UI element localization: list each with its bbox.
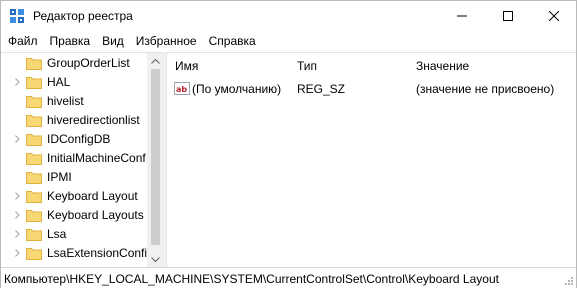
list-row-default[interactable]: ab (По умолчанию) REG_SZ (значение не пр…: [167, 79, 576, 98]
folder-icon: [26, 115, 42, 127]
status-bar: Компьютер\HKEY_LOCAL_MACHINE\SYSTEM\Curr…: [1, 267, 576, 288]
current-key-path: Компьютер\HKEY_LOCAL_MACHINE\SYSTEM\Curr…: [4, 272, 499, 286]
string-value-icon: ab: [174, 82, 190, 95]
scroll-thumb[interactable]: [151, 69, 160, 245]
tree-rows: GroupOrderList HAL hivelist hiveredirection…: [1, 54, 147, 263]
chevron-right-icon[interactable]: [13, 135, 21, 143]
menu-favorites[interactable]: Избранное: [130, 32, 203, 51]
folder-icon: [26, 229, 42, 241]
folder-icon: [26, 191, 42, 203]
folder-icon: [26, 58, 42, 70]
tree-item[interactable]: IDConfigDB: [1, 130, 147, 149]
close-button[interactable]: [531, 1, 577, 31]
column-header-value[interactable]: Значение: [416, 59, 469, 73]
chevron-right-icon[interactable]: [13, 192, 21, 200]
title-bar[interactable]: Редактор реестра: [1, 1, 576, 31]
folder-icon: [26, 96, 42, 108]
value-name: (По умолчанию): [192, 82, 282, 96]
tree-item[interactable]: Keyboard Layouts: [1, 206, 147, 225]
tree-item[interactable]: hiveredirectionlist: [1, 111, 147, 130]
column-header-type[interactable]: Тип: [297, 59, 317, 73]
values-list[interactable]: Имя Тип Значение ab (По умолчанию) REG_S…: [167, 52, 576, 267]
close-icon: [549, 11, 559, 21]
folder-icon: [26, 77, 42, 89]
scroll-down-button[interactable]: [148, 252, 162, 267]
tree-item-label: IPMI: [47, 170, 72, 184]
minimize-icon: [457, 15, 467, 17]
tree-item[interactable]: GroupOrderList: [1, 54, 147, 73]
registry-editor-window: Редактор реестра Файл Правка Вид Избранн…: [0, 0, 577, 288]
folder-icon: [26, 248, 42, 260]
value-data: (значение не присвоено): [416, 82, 555, 96]
registry-tree[interactable]: GroupOrderList HAL hivelist hiveredirection…: [1, 52, 162, 267]
chevron-up-icon: [151, 58, 160, 64]
tree-item-label: hivelist: [47, 94, 84, 108]
tree-item-label: InitialMachineConf: [47, 151, 146, 165]
svg-text:ab: ab: [176, 85, 187, 94]
tree-item-label: GroupOrderList: [47, 56, 130, 70]
menu-file[interactable]: Файл: [2, 32, 44, 51]
folder-icon: [26, 153, 42, 165]
tree-item[interactable]: HAL: [1, 73, 147, 92]
tree-item-label: HAL: [47, 75, 71, 89]
tree-item-label: LsaExtensionConfi: [47, 246, 148, 260]
menu-bar: Файл Правка Вид Избранное Справка: [1, 31, 576, 52]
tree-item[interactable]: Keyboard Layout: [1, 187, 147, 206]
regedit-icon: [10, 9, 24, 23]
chevron-down-icon: [151, 256, 160, 262]
tree-item-label: Lsa: [47, 227, 67, 241]
tree-vertical-scrollbar[interactable]: [147, 53, 162, 267]
tree-item-label: hiveredirectionlist: [47, 113, 140, 127]
resize-grip-icon[interactable]: [562, 274, 574, 286]
tree-item[interactable]: IPMI: [1, 168, 147, 187]
menu-view[interactable]: Вид: [96, 32, 130, 51]
tree-item[interactable]: hivelist: [1, 92, 147, 111]
minimize-button[interactable]: [439, 1, 485, 31]
folder-icon: [26, 134, 42, 146]
menu-help[interactable]: Справка: [203, 32, 262, 51]
tree-item-label: IDConfigDB: [47, 132, 111, 146]
chevron-right-icon[interactable]: [13, 249, 21, 257]
folder-icon: [26, 210, 42, 222]
tree-item[interactable]: InitialMachineConf: [1, 149, 147, 168]
chevron-right-icon[interactable]: [13, 211, 21, 219]
folder-icon: [26, 172, 42, 184]
tree-item[interactable]: LsaExtensionConfi: [1, 244, 147, 263]
maximize-icon: [503, 11, 513, 21]
maximize-button[interactable]: [485, 1, 531, 31]
window-title: Редактор реестра: [33, 9, 133, 23]
chevron-right-icon[interactable]: [13, 230, 21, 238]
value-type: REG_SZ: [297, 82, 346, 96]
chevron-right-icon[interactable]: [13, 78, 21, 86]
menu-edit[interactable]: Правка: [44, 32, 97, 51]
tree-item[interactable]: Lsa: [1, 225, 147, 244]
scroll-up-button[interactable]: [148, 53, 162, 68]
list-header: Имя Тип Значение: [167, 53, 576, 77]
column-header-name[interactable]: Имя: [175, 59, 198, 73]
tree-item-label: Keyboard Layout: [47, 189, 138, 203]
tree-item-label: Keyboard Layouts: [47, 208, 144, 222]
